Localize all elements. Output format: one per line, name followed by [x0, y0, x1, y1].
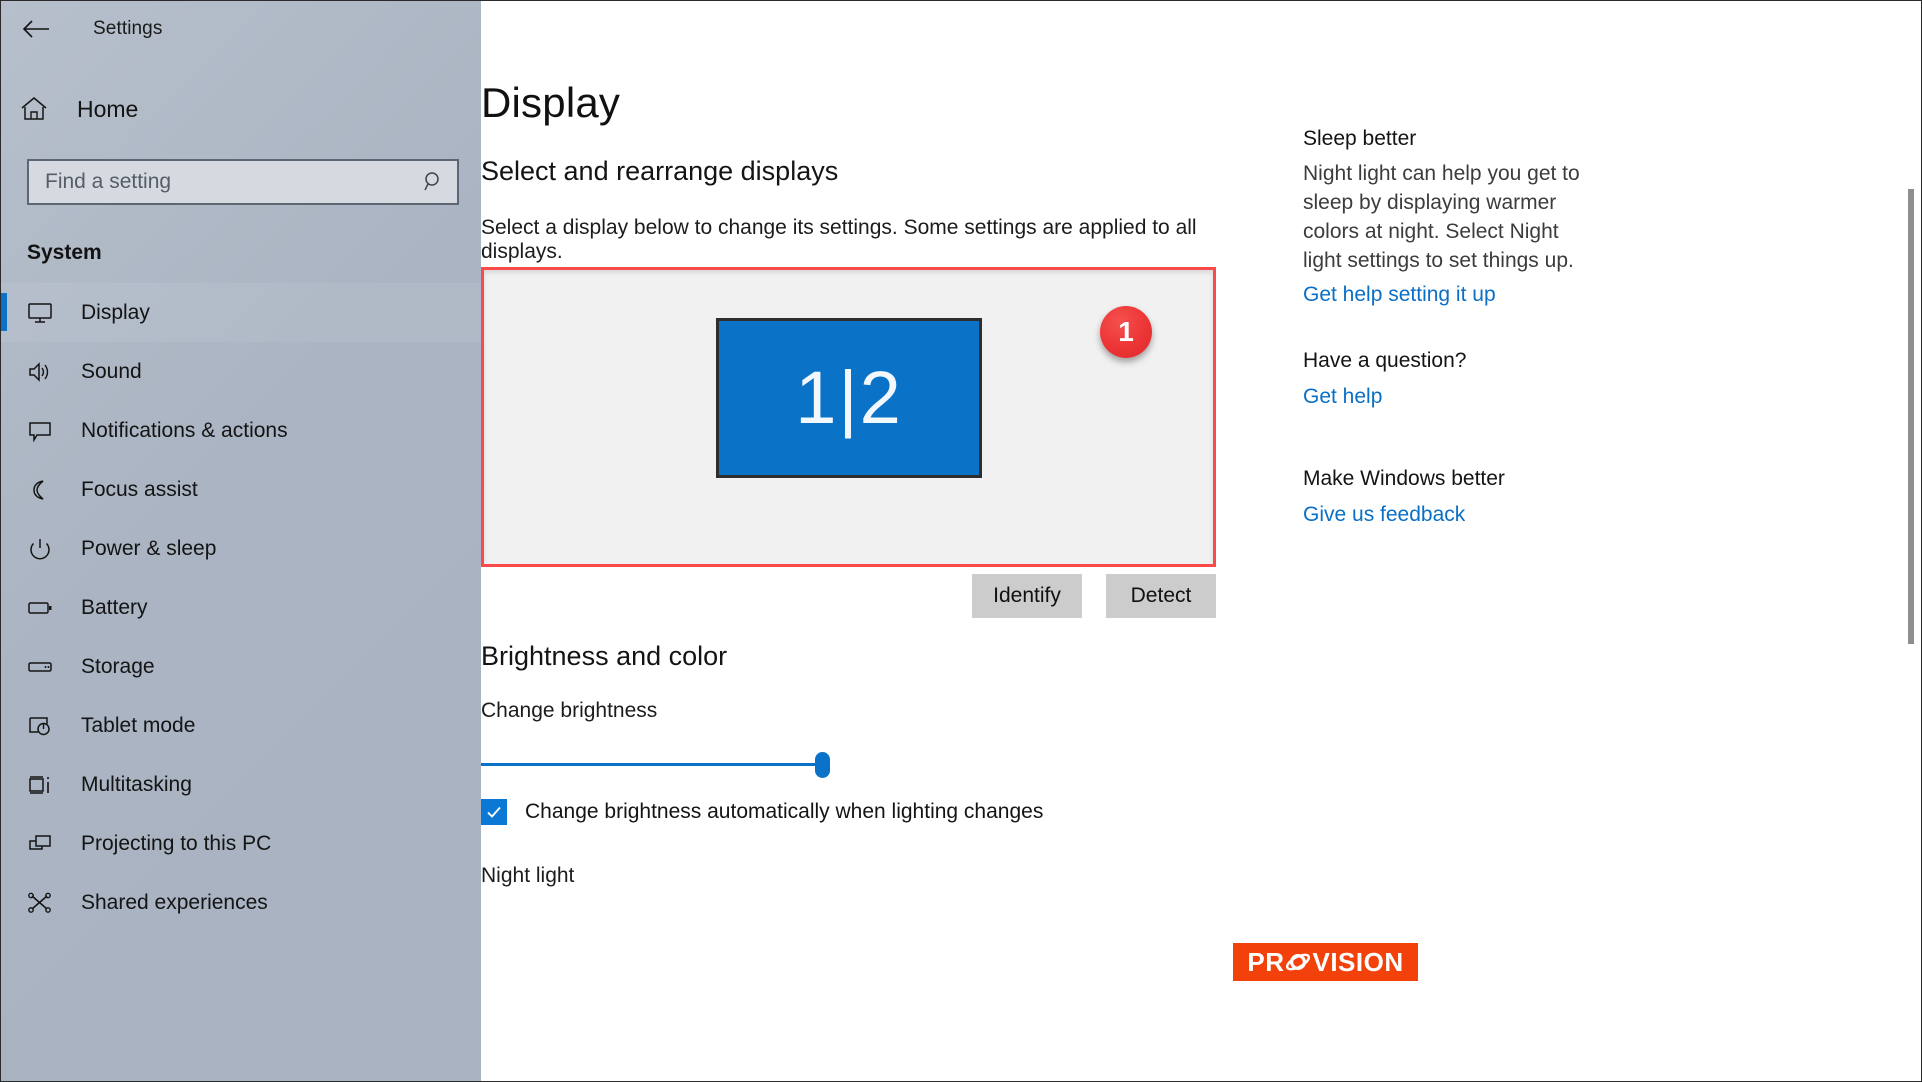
sidebar-item-label: Display [81, 300, 150, 324]
selection-accent-bar [1, 352, 7, 390]
rail-link-get-help[interactable]: Get help [1303, 385, 1382, 409]
rail-block-make-windows-better: Make Windows better Give us feedback [1303, 467, 1505, 527]
sidebar-item-label: Sound [81, 359, 142, 383]
sidebar-item-notifications[interactable]: Notifications & actions [1, 401, 481, 460]
brightness-slider-thumb[interactable] [815, 752, 830, 778]
sidebar-item-label: Battery [81, 595, 148, 619]
checkmark-icon [487, 806, 501, 818]
provision-logo-part2: VISION [1312, 946, 1404, 977]
sidebar-item-label: Focus assist [81, 477, 198, 501]
power-icon [11, 538, 69, 560]
auto-brightness-label: Change brightness automatically when lig… [525, 800, 1044, 823]
sidebar: Settings Home System [1, 1, 481, 1081]
storage-icon [11, 656, 69, 678]
sidebar-item-label: Power & sleep [81, 536, 217, 560]
search-input[interactable] [29, 170, 411, 194]
provision-logo: PR VISION [1233, 943, 1418, 981]
rail-block-sleep-better: Sleep better Night light can help you ge… [1303, 127, 1595, 307]
selection-accent-bar [1, 647, 7, 685]
section-description-displays: Select a display below to change its set… [481, 216, 1197, 263]
sidebar-item-label: Multitasking [81, 772, 192, 796]
sidebar-item-shared-experiences[interactable]: Shared experiences [1, 873, 481, 932]
section-heading-brightness: Brightness and color [481, 641, 728, 671]
rail-link-give-us-feedback[interactable]: Give us feedback [1303, 503, 1465, 527]
selection-accent-bar [1, 588, 7, 626]
notification-icon [11, 420, 69, 442]
section-heading-displays: Select and rearrange displays [481, 156, 839, 186]
sidebar-item-storage[interactable]: Storage [1, 637, 481, 696]
rail-body: Night light can help you get to sleep by… [1303, 162, 1580, 272]
brightness-label: Change brightness [481, 699, 658, 722]
back-button[interactable] [7, 5, 65, 53]
tablet-icon [11, 715, 69, 737]
sidebar-group-label: System [27, 241, 102, 264]
settings-window: Settings Home System [0, 0, 1922, 1082]
night-light-label: Night light [481, 864, 575, 887]
selection-accent-bar [1, 824, 7, 862]
window-title: Settings [93, 18, 163, 39]
sidebar-item-label: Projecting to this PC [81, 831, 272, 855]
brightness-slider[interactable] [481, 749, 830, 781]
display-monitor-label: 1|2 [795, 356, 903, 439]
main-content: Display Select and rearrange displays Se… [481, 1, 1921, 1081]
speaker-icon [11, 361, 69, 383]
scrollbar-thumb[interactable] [1908, 189, 1914, 644]
back-arrow-icon [22, 20, 49, 38]
auto-brightness-row[interactable]: Change brightness automatically when lig… [481, 799, 1043, 825]
brightness-slider-track [481, 763, 826, 766]
window-titlebar: Settings [1, 1, 481, 57]
sidebar-item-label: Tablet mode [81, 713, 196, 737]
rail-heading: Have a question? [1303, 349, 1467, 372]
selection-accent-bar [1, 411, 7, 449]
detect-button[interactable]: Detect [1106, 574, 1216, 618]
home-icon [5, 96, 63, 122]
rail-heading: Make Windows better [1303, 467, 1505, 490]
sidebar-item-label: Storage [81, 654, 155, 678]
sidebar-item-home-label: Home [77, 95, 139, 122]
sidebar-item-home[interactable]: Home [1, 81, 481, 137]
sidebar-item-tablet-mode[interactable]: Tablet mode [1, 696, 481, 755]
shared-icon [11, 892, 69, 914]
rail-link-get-help-setting-it-up[interactable]: Get help setting it up [1303, 283, 1496, 307]
selection-accent-bar [1, 883, 7, 921]
page-title: Display [481, 79, 621, 126]
search-box[interactable] [27, 159, 459, 205]
selection-accent-bar [1, 706, 7, 744]
sidebar-item-power-sleep[interactable]: Power & sleep [1, 519, 481, 578]
step-badge-1: 1 [1100, 306, 1152, 358]
projecting-icon [11, 833, 69, 855]
sidebar-item-label: Shared experiences [81, 890, 268, 914]
moon-icon [11, 479, 69, 501]
monitor-icon [11, 302, 69, 324]
rail-heading: Sleep better [1303, 127, 1417, 150]
selection-accent-bar [1, 529, 7, 567]
sidebar-item-label: Notifications & actions [81, 418, 288, 442]
selection-accent-bar [1, 470, 7, 508]
identify-button[interactable]: Identify [972, 574, 1082, 618]
provision-logo-part1: PR [1247, 946, 1285, 977]
battery-icon [11, 597, 69, 619]
rail-block-have-a-question: Have a question? Get help [1303, 349, 1466, 409]
sidebar-item-multitasking[interactable]: Multitasking [1, 755, 481, 814]
selection-accent-bar [1, 765, 7, 803]
sidebar-item-display[interactable]: Display [1, 283, 481, 342]
multitasking-icon [11, 774, 69, 796]
sidebar-nav-list: Display Sound Notifications & actions Fo… [1, 283, 481, 932]
auto-brightness-checkbox[interactable] [481, 799, 507, 825]
vertical-scrollbar[interactable] [1903, 57, 1919, 1081]
provision-logo-text: PR VISION [1247, 947, 1403, 978]
sidebar-item-sound[interactable]: Sound [1, 342, 481, 401]
sidebar-item-battery[interactable]: Battery [1, 578, 481, 637]
atom-swirl-icon [1285, 949, 1311, 975]
selection-accent-bar [1, 293, 7, 331]
search-icon [411, 171, 457, 193]
step-badge-number: 1 [1118, 316, 1134, 347]
display-arrangement-canvas[interactable]: 1|2 1 [481, 267, 1216, 567]
sidebar-item-focus-assist[interactable]: Focus assist [1, 460, 481, 519]
display-monitor-1[interactable]: 1|2 [716, 318, 982, 478]
sidebar-item-projecting[interactable]: Projecting to this PC [1, 814, 481, 873]
